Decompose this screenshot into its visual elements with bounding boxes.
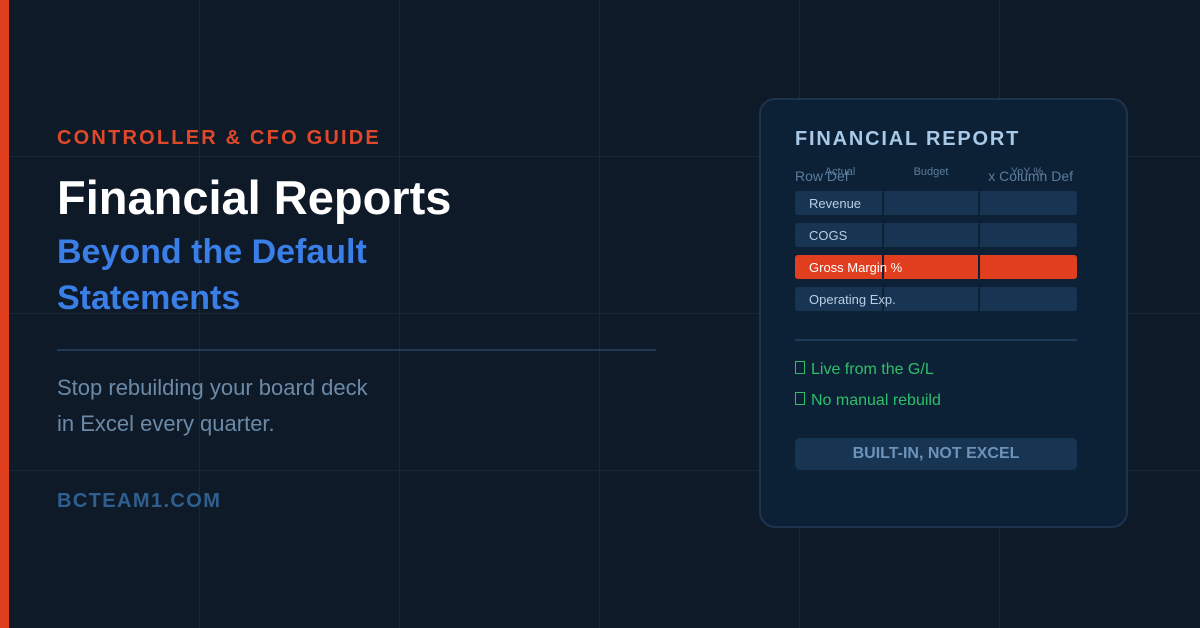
card-title: FINANCIAL REPORT	[795, 128, 1021, 150]
row-label: Revenue	[809, 196, 862, 211]
hero-description-line1: Stop rebuilding your board deck	[57, 375, 368, 400]
row-label: Operating Exp.	[809, 292, 896, 307]
hero-subtitle-line2: Statements	[57, 279, 241, 317]
report-row-cogs: COGS	[795, 223, 1077, 247]
card-divider	[795, 339, 1077, 341]
checkbox-icon	[795, 392, 805, 405]
row-label: Gross Margin %	[809, 260, 903, 275]
hero-description-line2: in Excel every quarter.	[57, 411, 275, 436]
column-header-actual: Actual	[824, 166, 856, 178]
report-row-operating-exp: Operating Exp.	[795, 287, 1077, 311]
eyebrow-label: CONTROLLER & CFO GUIDE	[57, 127, 381, 149]
financial-report-card: FINANCIAL REPORT Row Def x Column Def Ac…	[759, 98, 1128, 528]
accent-bar	[0, 0, 9, 628]
hero-divider	[57, 349, 656, 351]
row-label: COGS	[809, 228, 848, 243]
built-in-button[interactable]: BUILT-IN, NOT EXCEL	[795, 438, 1077, 470]
feature-live-gl: Live from the G/L	[795, 361, 934, 379]
website-link[interactable]: BCTEAM1.COM	[57, 490, 221, 513]
feature-label: No manual rebuild	[811, 392, 941, 409]
feature-label: Live from the G/L	[811, 361, 934, 378]
report-row-gross-margin: Gross Margin %	[795, 255, 1077, 279]
feature-no-rebuild: No manual rebuild	[795, 392, 941, 410]
checkbox-icon	[795, 361, 805, 374]
report-row-revenue: Revenue	[795, 191, 1077, 215]
column-header-budget: Budget	[913, 166, 949, 178]
hero-subtitle-line1: Beyond the Default	[57, 233, 367, 271]
column-header-yoy: YoY %	[1010, 166, 1044, 178]
hero-title: Financial Reports	[57, 171, 452, 224]
